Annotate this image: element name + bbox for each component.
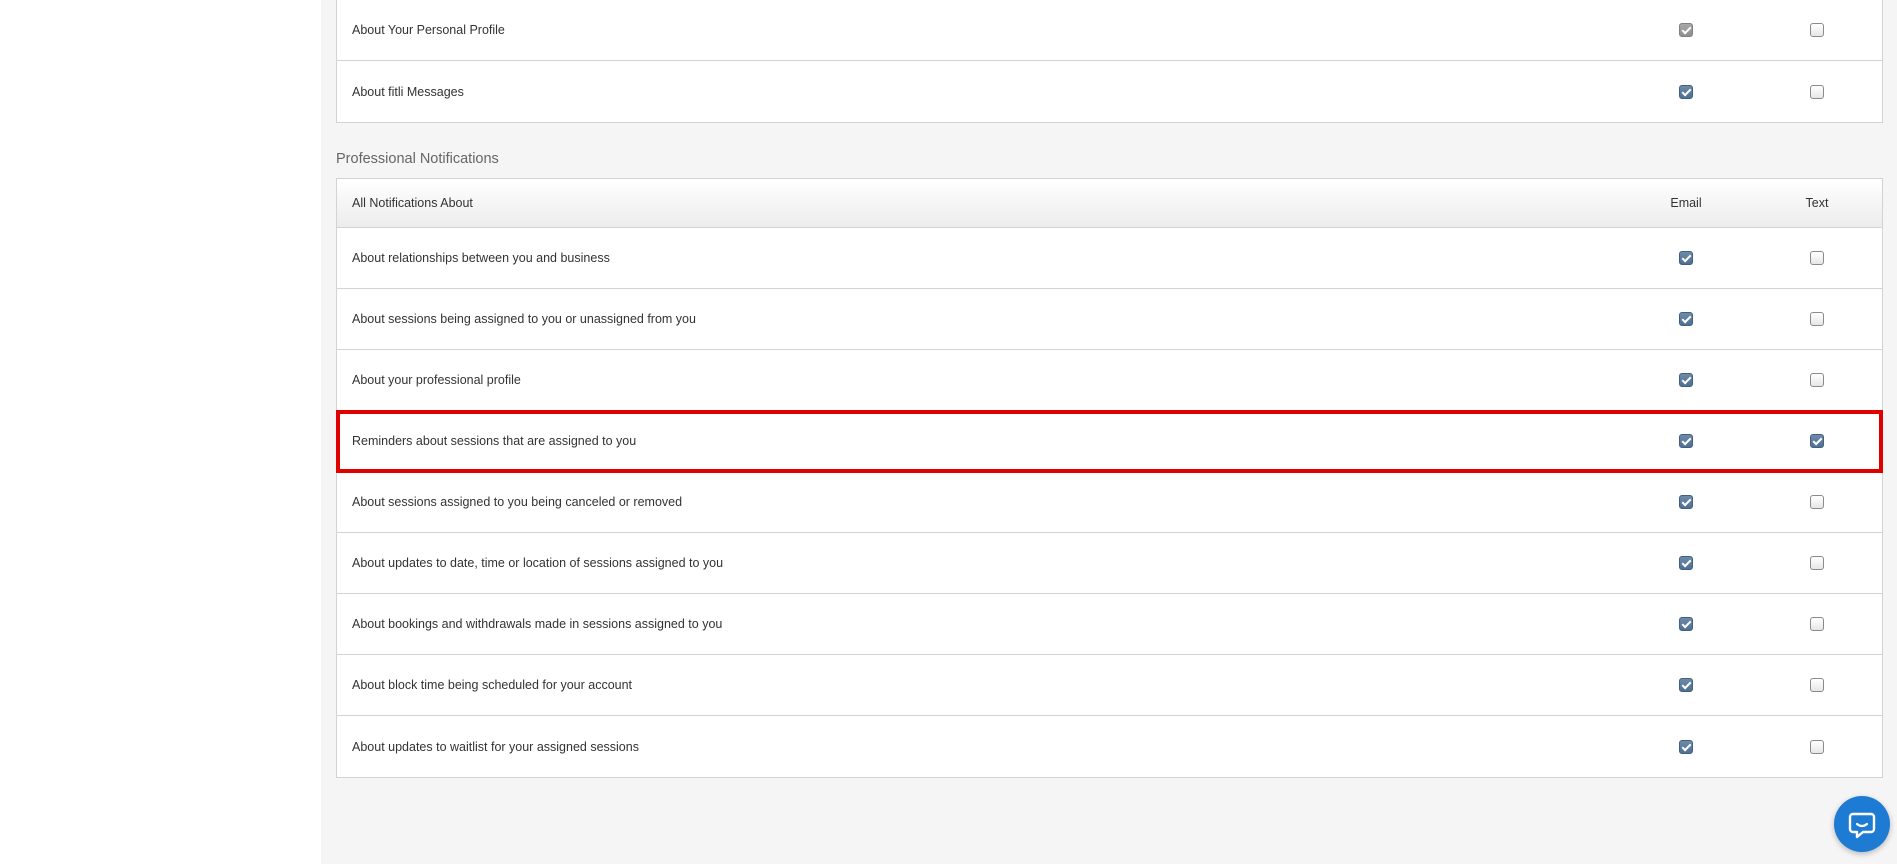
table-header: All Notifications About Email Text <box>337 179 1882 228</box>
email-checkbox[interactable] <box>1679 373 1693 388</box>
table-row: About block time being scheduled for you… <box>337 655 1882 716</box>
chat-button[interactable] <box>1834 796 1890 852</box>
row-label: Reminders about sessions that are assign… <box>352 434 637 448</box>
page: About Your Personal Profile About fitli … <box>0 0 1897 864</box>
text-checkbox[interactable] <box>1810 312 1824 327</box>
table-row: About sessions assigned to you being can… <box>337 472 1882 533</box>
table-row: About fitli Messages <box>337 61 1882 122</box>
table-row: About updates to waitlist for your assig… <box>337 716 1882 777</box>
text-checkbox[interactable] <box>1810 373 1824 388</box>
text-checkbox[interactable] <box>1810 678 1824 693</box>
table-row: About Your Personal Profile <box>337 0 1882 61</box>
text-checkbox[interactable] <box>1810 23 1824 38</box>
text-checkbox[interactable] <box>1810 251 1824 266</box>
text-checkbox[interactable] <box>1810 739 1824 754</box>
table-row: About sessions being assigned to you or … <box>337 289 1882 350</box>
email-checkbox[interactable] <box>1679 312 1693 327</box>
row-label: About updates to date, time or location … <box>352 556 724 570</box>
personal-notifications-table: About Your Personal Profile About fitli … <box>336 0 1883 123</box>
text-column-header: Text <box>1805 196 1829 210</box>
main-content: About Your Personal Profile About fitli … <box>321 0 1897 864</box>
email-checkbox[interactable] <box>1679 84 1693 99</box>
row-label: About updates to waitlist for your assig… <box>352 739 639 754</box>
row-label: About sessions being assigned to you or … <box>352 312 696 326</box>
text-checkbox[interactable] <box>1810 556 1824 571</box>
email-checkbox[interactable] <box>1679 739 1693 754</box>
row-label: About sessions assigned to you being can… <box>352 495 683 509</box>
text-checkbox[interactable] <box>1810 84 1824 99</box>
email-checkbox[interactable] <box>1679 556 1693 571</box>
text-checkbox[interactable] <box>1810 617 1824 632</box>
text-checkbox[interactable] <box>1810 434 1824 449</box>
row-label: About your professional profile <box>352 373 521 387</box>
left-sidebar-area <box>0 0 321 864</box>
email-column-header: Email <box>1670 196 1702 210</box>
row-label: About fitli Messages <box>352 84 464 99</box>
table-row: About updates to date, time or location … <box>337 533 1882 594</box>
table-row: About relationships between you and busi… <box>337 228 1882 289</box>
table-row: About your professional profile <box>337 350 1882 411</box>
table-row-highlighted: Reminders about sessions that are assign… <box>336 410 1883 473</box>
email-checkbox[interactable] <box>1679 617 1693 632</box>
row-label: About bookings and withdrawals made in s… <box>352 617 723 631</box>
email-checkbox[interactable] <box>1679 251 1693 266</box>
email-checkbox[interactable] <box>1679 495 1693 510</box>
row-label: About block time being scheduled for you… <box>352 678 633 692</box>
email-checkbox[interactable] <box>1679 678 1693 693</box>
header-label: All Notifications About <box>352 196 473 210</box>
row-label: About Your Personal Profile <box>352 23 505 37</box>
text-checkbox[interactable] <box>1810 495 1824 510</box>
email-checkbox[interactable] <box>1679 434 1693 449</box>
chat-bubble-icon <box>1848 812 1876 839</box>
email-checkbox[interactable] <box>1679 23 1693 38</box>
section-title: Professional Notifications <box>336 151 499 167</box>
professional-notifications-table: All Notifications About Email Text About… <box>336 178 1883 778</box>
table-row: About bookings and withdrawals made in s… <box>337 594 1882 655</box>
row-label: About relationships between you and busi… <box>352 251 610 265</box>
